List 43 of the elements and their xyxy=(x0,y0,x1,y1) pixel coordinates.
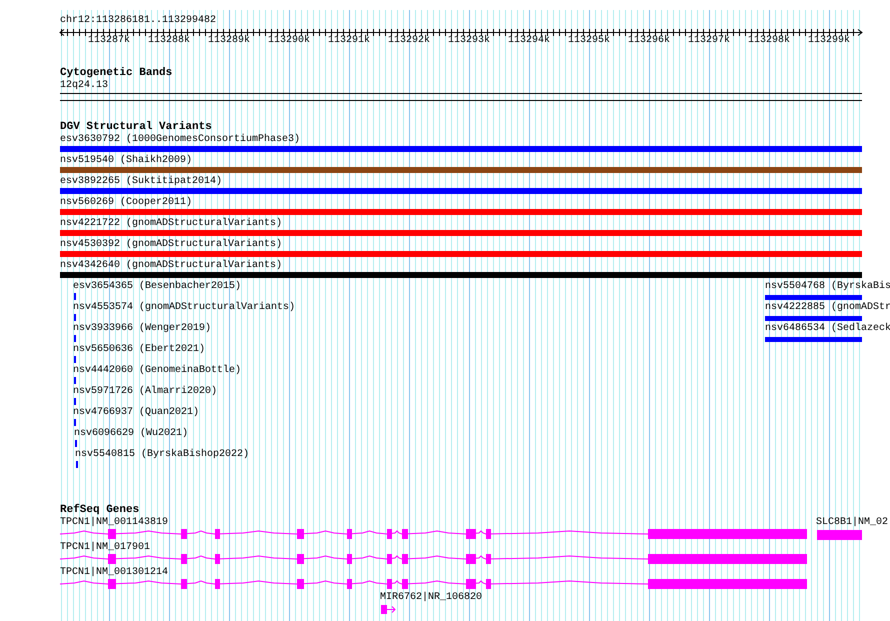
variant-label: nsv4342640 (gnomADStructuralVariants) xyxy=(60,260,282,272)
tick-label: 113294k xyxy=(506,35,551,47)
variant-label: esv3654365 (Besenbacher2015) xyxy=(73,281,242,293)
variant-label: nsv5650636 (Ebert2021) xyxy=(73,344,206,356)
tick-label: 113289k xyxy=(206,35,251,47)
tick-label: 113293k xyxy=(446,35,491,47)
transcript-label: TPCN1|NM_017901 xyxy=(60,542,150,554)
location-label: chr12:113286181..113299482 xyxy=(60,15,216,27)
band-label: 12q24.13 xyxy=(60,80,108,92)
variant-label: nsv5971726 (Almarri2020) xyxy=(73,386,218,398)
track-title: Cytogenetic Bands xyxy=(60,67,172,79)
tick-label: 113287k xyxy=(86,35,131,47)
gene-exon xyxy=(817,530,862,540)
tick-label: 113297k xyxy=(686,35,731,47)
variant-label: nsv5540815 (ByrskaBishop2022) xyxy=(75,449,250,461)
variant-label: nsv560269 (Cooper2011) xyxy=(60,197,192,209)
variant-label: nsv4442060 (GenomeinaBottle) xyxy=(73,365,242,377)
tick-label: 113291k xyxy=(326,35,371,47)
tick-label: 113299k xyxy=(806,35,851,47)
gene-arrow-drawing xyxy=(381,605,396,614)
variant-label: nsv3933966 (Wenger2019) xyxy=(73,323,212,335)
tick-label: 113295k xyxy=(566,35,611,47)
track-title: RefSeq Genes xyxy=(60,504,140,516)
variant-label: esv3630792 (1000GenomesConsortiumPhase3) xyxy=(60,134,300,146)
transcript-label: TPCN1|NM_001143819 xyxy=(60,517,168,529)
variant-label: nsv4221722 (gnomADStructuralVariants) xyxy=(60,218,282,230)
tick-label: 113298k xyxy=(746,35,791,47)
variant-label: nsv4530392 (gnomADStructuralVariants) xyxy=(60,239,282,251)
variant-label: nsv6096629 (Wu2021) xyxy=(74,428,188,440)
gene-label: MIR6762|NR_106820 xyxy=(380,592,482,604)
tick-label: 113296k xyxy=(626,35,671,47)
gene-label: SLC8B1|NM_02 xyxy=(816,517,888,529)
track-title: DGV Structural Variants xyxy=(60,121,212,133)
variant-label: esv3892265 (Suktitipat2014) xyxy=(60,176,222,188)
tick-label: 113290k xyxy=(266,35,311,47)
variant-label: nsv4766937 (Quan2021) xyxy=(73,407,200,419)
variant-label: nsv4222885 (gnomADStr xyxy=(765,302,890,314)
variant-label: nsv4553574 (gnomADStructuralVariants) xyxy=(73,302,296,314)
tick-label: 113292k xyxy=(386,35,431,47)
variant-label: nsv519540 (Shaikh2009) xyxy=(60,155,192,167)
variant-label: nsv5504768 (ByrskaBis xyxy=(765,281,890,293)
transcript-label: TPCN1|NM_001301214 xyxy=(60,567,168,579)
tick-label: 113288k xyxy=(146,35,191,47)
